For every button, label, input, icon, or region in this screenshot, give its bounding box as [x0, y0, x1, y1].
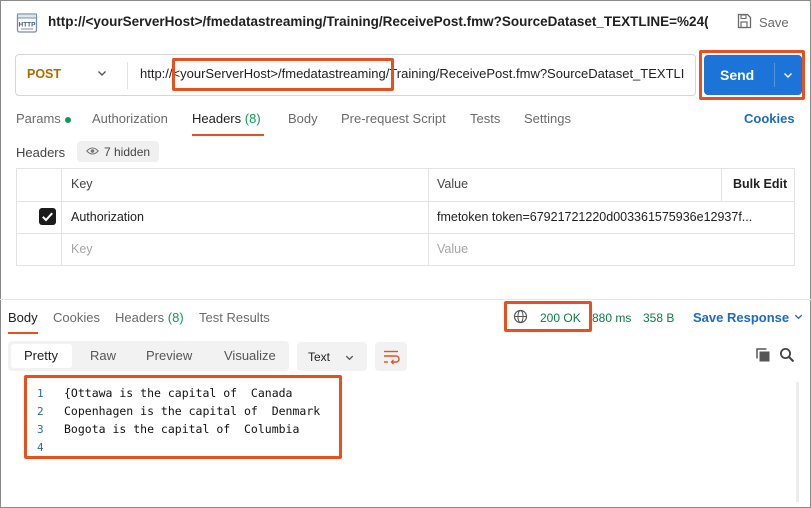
- column-header-value: Value: [437, 177, 469, 191]
- chevron-down-icon: [344, 351, 355, 366]
- code-line[interactable]: Copenhagen is the capital of Denmark: [64, 404, 320, 418]
- http-icon: HTTP: [16, 12, 38, 34]
- table-divider: [61, 169, 62, 265]
- header-key-cell[interactable]: Authorization: [71, 210, 144, 224]
- response-tab-active-indicator: [8, 332, 38, 334]
- tab-headers[interactable]: Headers (8): [192, 111, 261, 126]
- url-host-segment: /<yourServerHost>/fmedatastreaming/: [168, 66, 390, 81]
- tab-label: Params: [16, 111, 61, 126]
- chevron-down-icon[interactable]: [96, 67, 108, 82]
- tab-count: (8): [167, 310, 184, 325]
- tab-params[interactable]: Params: [16, 111, 71, 126]
- request-title: http://<yourServerHost>/fmedatastreaming…: [48, 14, 708, 29]
- svg-text:HTTP: HTTP: [19, 22, 37, 29]
- new-key-input[interactable]: Key: [71, 242, 93, 256]
- column-header-key: Key: [71, 177, 93, 191]
- hidden-headers-toggle[interactable]: 7 hidden: [77, 141, 160, 162]
- response-tab-body[interactable]: Body: [8, 310, 38, 325]
- tab-label: Headers: [192, 111, 242, 126]
- response-size[interactable]: 358 B: [643, 311, 674, 325]
- tab-label: Headers: [115, 310, 165, 325]
- tab-count: (8): [244, 111, 261, 126]
- response-scrollbar[interactable]: [796, 382, 799, 502]
- table-divider: [428, 169, 429, 265]
- save-disk-icon: [736, 13, 752, 32]
- table-divider: [721, 169, 722, 201]
- request-bar-divider: [127, 62, 128, 89]
- tab-pre-request-script[interactable]: Pre-request Script: [341, 111, 446, 126]
- tab-active-indicator: [192, 134, 264, 136]
- tab-body[interactable]: Body: [288, 111, 318, 126]
- url-input[interactable]: http://<yourServerHost>/fmedatastreaming…: [140, 66, 688, 81]
- tab-settings[interactable]: Settings: [524, 111, 571, 126]
- eye-icon: [86, 145, 99, 159]
- response-time[interactable]: 880 ms: [592, 311, 631, 325]
- new-value-input[interactable]: Value: [437, 242, 468, 256]
- copy-icon[interactable]: [755, 347, 771, 366]
- wrap-lines-button[interactable]: [375, 342, 407, 371]
- format-visualize[interactable]: Visualize: [224, 348, 276, 363]
- cookies-link[interactable]: Cookies: [744, 111, 795, 126]
- tab-tests[interactable]: Tests: [470, 111, 500, 126]
- method-select[interactable]: POST: [27, 67, 61, 81]
- hidden-count-label: 7 hidden: [104, 144, 151, 159]
- format-raw[interactable]: Raw: [90, 348, 116, 363]
- search-icon[interactable]: [779, 347, 795, 366]
- line-number: 4: [37, 441, 44, 454]
- code-line[interactable]: Bogota is the capital of Columbia: [64, 422, 299, 436]
- pane-divider[interactable]: [0, 299, 811, 300]
- code-line[interactable]: {Ottawa is the capital of Canada: [64, 386, 292, 400]
- format-preview[interactable]: Preview: [146, 348, 192, 363]
- table-divider: [17, 201, 794, 202]
- send-button[interactable]: Send: [704, 55, 802, 95]
- save-label: Save: [759, 15, 789, 30]
- url-path: Training/ReceivePost.fmw?SourceDataset_T…: [389, 66, 688, 81]
- chevron-down-icon: [793, 310, 804, 325]
- globe-icon[interactable]: [513, 309, 528, 327]
- headers-section-label: Headers: [16, 145, 66, 160]
- response-tab-headers[interactable]: Headers (8): [115, 310, 184, 325]
- chevron-down-icon[interactable]: [782, 69, 794, 84]
- tab-authorization[interactable]: Authorization: [92, 111, 168, 126]
- url-prefix: http:/: [140, 66, 169, 81]
- save-response-label: Save Response: [693, 310, 790, 325]
- params-dot: [64, 116, 71, 123]
- send-divider: [774, 63, 775, 87]
- checkmark-icon: [42, 212, 53, 222]
- save-response-button[interactable]: Save Response: [693, 310, 804, 325]
- line-number: 3: [37, 423, 44, 436]
- format-pretty[interactable]: Pretty: [24, 348, 58, 363]
- status-badge[interactable]: 200 OK: [540, 311, 581, 325]
- line-number: 2: [37, 405, 44, 418]
- response-tab-test-results[interactable]: Test Results: [199, 310, 270, 325]
- header-value-cell[interactable]: fmetoken token=67921721220d003361575936e…: [437, 210, 752, 224]
- send-label: Send: [720, 67, 755, 83]
- line-number: 1: [37, 387, 44, 400]
- save-button[interactable]: Save: [736, 13, 789, 32]
- header-enabled-checkbox[interactable]: [39, 208, 56, 225]
- bulk-edit-button[interactable]: Bulk Edit: [733, 177, 787, 191]
- format-type-label: Text: [308, 350, 331, 364]
- table-divider: [17, 233, 794, 234]
- response-tab-cookies[interactable]: Cookies: [53, 310, 100, 325]
- wrap-lines-icon: [384, 350, 400, 365]
